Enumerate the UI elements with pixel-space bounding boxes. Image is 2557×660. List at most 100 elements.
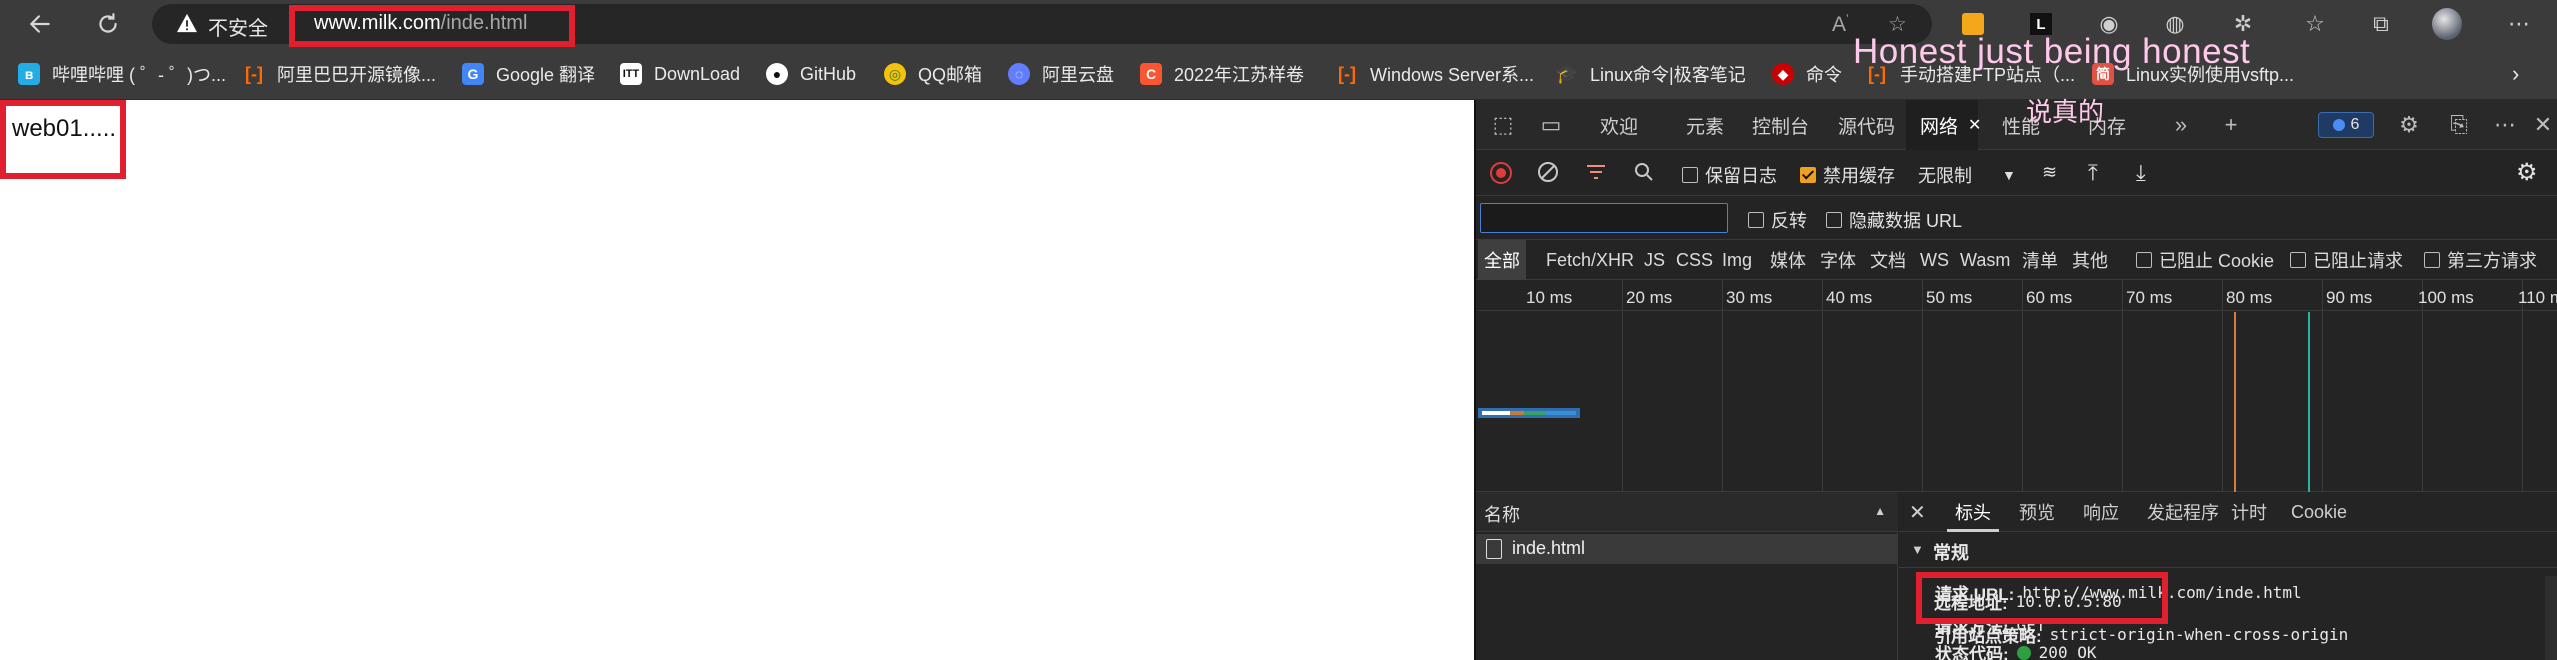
close-details-icon[interactable]: ✕ [1909,492,1926,532]
checkbox-box [2290,252,2306,268]
bookmark-download[interactable]: ITT DownLoad [620,61,740,87]
type-doc[interactable]: 文档 [1870,240,1906,280]
sort-ascending-icon[interactable]: ▲ [1874,504,1886,518]
checkbox-box [1826,212,1842,228]
tab-response[interactable]: 响应 [2083,492,2119,532]
filter-input[interactable] [1480,203,1728,233]
third-party-requests-checkbox[interactable]: 第三方请求 [2424,240,2537,280]
profile-avatar[interactable] [2432,8,2462,40]
details-scrollbar[interactable] [2545,576,2557,660]
add-tab-plus-icon[interactable]: + [2216,110,2246,140]
preserve-log-checkbox[interactable]: 保留日志 [1682,162,1777,188]
back-arrow-icon[interactable] [16,0,64,48]
filter-icon[interactable] [1584,160,1608,184]
type-img[interactable]: Img [1722,240,1752,280]
document-file-icon [1486,539,1502,559]
collections-icon[interactable]: ⧉ [2366,9,2396,39]
import-har-icon[interactable]: ⤒ [2088,160,2098,186]
invert-checkbox[interactable]: 反转 [1748,207,1807,233]
watermark-line-1: Honest just being honest [1853,32,2251,71]
tab-welcome[interactable]: 欢迎 [1600,100,1638,150]
bookmark-commands[interactable]: ◆ 命令 [1772,61,1842,87]
detail-tab-bar: ✕ 标头 预览 响应 发起程序 计时 Cookie [1899,492,2557,532]
tab-headers[interactable]: 标头 [1947,492,1999,532]
warning-icon[interactable] [176,13,198,33]
checkbox-box [2424,252,2440,268]
bookmark-github[interactable]: ● GitHub [766,61,856,87]
type-js[interactable]: JS [1644,240,1665,280]
security-label[interactable]: 不安全 [208,12,268,41]
tick-label: 60 ms [2026,288,2073,307]
tab-console[interactable]: 控制台 [1752,100,1809,150]
request-row[interactable]: inde.html [1476,534,1898,564]
clear-icon[interactable] [1536,160,1560,184]
type-fetch-xhr[interactable]: Fetch/XHR [1546,240,1634,280]
tab-initiator[interactable]: 发起程序 [2147,492,2219,532]
bookmark-aliyun-mirror[interactable]: [-] 阿里巴巴开源镜像... [243,61,436,87]
name-column-header[interactable]: 名称 ▲ [1476,492,1898,532]
issues-badge[interactable]: 6 [2318,112,2374,138]
bookmark-label: Linux命令|极客笔记 [1590,65,1746,85]
tab-cookies[interactable]: Cookie [2291,492,2347,532]
type-ws[interactable]: WS [1920,240,1949,280]
type-manifest[interactable]: 清单 [2022,240,2058,280]
axis-separator [1478,310,2557,311]
bookmark-jiangsu-exam[interactable]: C 2022年江苏样卷 [1140,61,1304,87]
inspect-element-icon[interactable]: ⬚ [1488,110,1518,140]
type-other[interactable]: 其他 [2072,240,2108,280]
blocked-requests-checkbox[interactable]: 已阻止请求 [2290,240,2403,280]
more-menu-icon[interactable]: ⋯ [2504,9,2534,39]
bookmark-google-translate[interactable]: G Google 翻译 [462,61,595,87]
bookmarks-overflow-chevron-icon[interactable]: › [2512,61,2519,87]
load-event-marker [2308,312,2310,492]
tick-label: 90 ms [2326,288,2373,307]
bookmark-label: 命令 [1806,65,1842,85]
disable-cache-checkbox[interactable]: 禁用缓存 [1800,162,1895,188]
bookmark-label: DownLoad [654,63,741,84]
close-tab-icon[interactable]: ✕ [1968,115,1981,135]
read-aloud-icon[interactable]: Aʼ [1832,12,1849,37]
tab-preview[interactable]: 预览 [2019,492,2055,532]
tab-network[interactable]: 网络 ✕ [1906,100,1981,150]
bookmark-linux-commands[interactable]: 🎓 Linux命令|极客笔记 [1556,61,1746,87]
type-wasm[interactable]: Wasm [1960,240,2010,280]
network-conditions-icon[interactable]: ≋ [2042,162,2057,183]
connect-device-icon[interactable]: ⎘ [2444,110,2474,140]
name-column-label: 名称 [1484,505,1520,525]
general-section-header[interactable]: ▼ 常规 [1899,532,2557,568]
export-har-icon[interactable]: ⤓ [2136,160,2146,186]
highlight-box-url [289,5,575,47]
more-options-icon[interactable]: ⋯ [2490,110,2520,140]
tab-elements[interactable]: 元素 [1686,100,1724,150]
more-tabs-chevron-icon[interactable]: » [2166,110,2196,140]
bookmark-bilibili[interactable]: ʙ 哔哩哔哩 ( ゜- ゜)つ... [18,61,226,87]
tab-timing[interactable]: 计时 [2231,492,2267,532]
tab-network-label: 网络 [1920,116,1959,138]
third-party-requests-label: 第三方请求 [2447,251,2537,271]
throttle-select[interactable]: 无限制 ▼ [1918,162,2016,188]
favorites-icon[interactable]: ☆ [2300,9,2330,39]
bookmark-aliyun-drive[interactable]: ◌ 阿里云盘 [1008,61,1114,87]
record-icon[interactable] [1488,160,1514,186]
bookmark-qq-mail[interactable]: ◎ QQ邮箱 [884,61,982,87]
type-media[interactable]: 媒体 [1770,240,1806,280]
bookmark-label: 阿里云盘 [1042,65,1114,85]
type-css[interactable]: CSS [1676,240,1713,280]
refresh-icon[interactable] [84,0,132,48]
blocked-cookies-checkbox[interactable]: 已阻止 Cookie [2136,240,2274,280]
search-icon[interactable] [1632,160,1656,184]
network-overview-timeline[interactable]: 10 ms 20 ms 30 ms 40 ms 50 ms 60 ms 70 m… [1476,280,2557,492]
devtools-tab-bar: ⬚ ▭ 欢迎 元素 控制台 源代码 网络 ✕ 性能 内存 » + 6 ⚙ ⎘ ⋯ … [1476,100,2557,150]
network-settings-gear-icon[interactable]: ⚙ [2516,158,2538,187]
tab-sources[interactable]: 源代码 [1838,100,1895,150]
device-emulation-icon[interactable]: ▭ [1536,110,1566,140]
tick-label: 30 ms [1726,288,1773,307]
close-devtools-icon[interactable]: ✕ [2528,110,2557,140]
bookmark-windows-server[interactable]: [-] Windows Server系... [1336,61,1534,87]
type-font[interactable]: 字体 [1820,240,1856,280]
hide-data-urls-checkbox[interactable]: 隐藏数据 URL [1826,207,1962,233]
general-section-title: 常规 [1933,543,1969,563]
settings-gear-icon[interactable]: ⚙ [2394,110,2424,140]
highlight-box-remote-address [1916,572,2168,624]
type-all[interactable]: 全部 [1478,240,1526,280]
